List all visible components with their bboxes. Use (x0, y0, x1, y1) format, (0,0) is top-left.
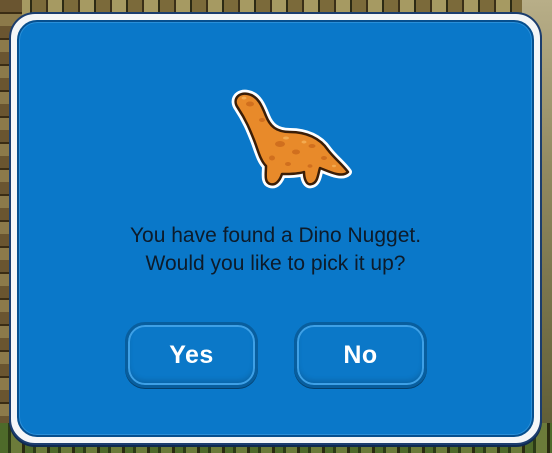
no-button[interactable]: No (294, 322, 427, 388)
message-line-2: Would you like to pick it up? (145, 252, 406, 275)
message-line-1: You have found a Dino Nugget. (129, 224, 422, 247)
dialog-message: You have found a Dino Nugget. Would you … (19, 222, 532, 278)
dino-nugget-icon (231, 89, 352, 189)
yes-button[interactable]: Yes (125, 322, 258, 388)
dialog-panel: You have found a Dino Nugget. Would you … (17, 20, 534, 437)
item-found-dialog: You have found a Dino Nugget. Would you … (9, 12, 542, 445)
